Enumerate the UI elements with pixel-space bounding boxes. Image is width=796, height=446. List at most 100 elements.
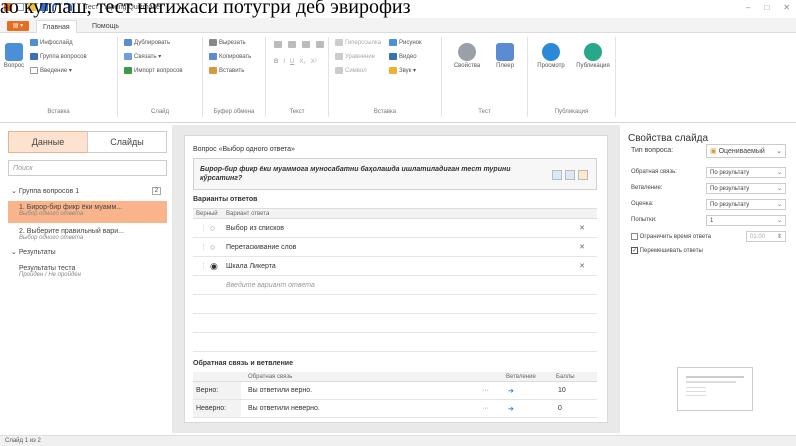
feedback-label: Верно: xyxy=(193,382,241,399)
question-text[interactable]: Бирор-бир фикр ёки муаммога муносабатни … xyxy=(200,165,520,183)
results-group-row[interactable]: ⌄ Результаты xyxy=(8,248,167,259)
drag-handle-icon[interactable]: ⋮ xyxy=(197,219,207,237)
properties-button[interactable]: Свойства xyxy=(448,43,486,69)
question-button[interactable]: Вопрос xyxy=(3,43,25,69)
hyperlink-button[interactable]: Гиперссылка xyxy=(335,39,381,46)
radio-button-selected[interactable]: ◉ xyxy=(207,257,218,275)
time-limit-checkbox[interactable] xyxy=(631,233,638,240)
tab-help[interactable]: Помощь xyxy=(86,20,125,33)
intro-icon xyxy=(30,67,38,74)
results-item[interactable]: Результаты теста Пройден / Не пройден xyxy=(8,262,167,284)
picture-icon xyxy=(389,39,397,46)
branch-arrow-icon[interactable]: ➔ xyxy=(505,382,514,399)
branch-mode-dropdown[interactable]: По результату ⌄ xyxy=(706,183,786,194)
question-group-button[interactable]: Группа вопросов xyxy=(30,53,87,60)
chevron-down-icon: ⌄ xyxy=(11,249,19,256)
preview-button[interactable]: Просмотр xyxy=(532,43,570,69)
play-icon xyxy=(542,43,560,61)
group-insert-media: Гиперссылка Уравнение Символ Рисунок Вид… xyxy=(329,37,442,117)
file-menu-button[interactable]: ▤ ▾ xyxy=(7,21,29,31)
answers-header: Верный Вариант ответа xyxy=(193,209,597,219)
score-mode-dropdown[interactable]: По результату ⌄ xyxy=(706,199,786,210)
branch-arrow-icon[interactable]: ➔ xyxy=(505,400,514,417)
video-icon[interactable] xyxy=(565,170,575,180)
underline-button[interactable]: U xyxy=(290,59,294,65)
superscript-button[interactable]: X² xyxy=(311,59,317,65)
italic-button[interactable]: I xyxy=(283,59,285,65)
symbol-button[interactable]: Символ xyxy=(335,67,367,74)
time-limit-input[interactable]: 01:00 ⇕ xyxy=(746,231,786,242)
delete-answer-icon[interactable]: ✕ xyxy=(576,257,585,275)
question-item-1[interactable]: 1. Бирор-бир фикр ёки муамм... Выбор одн… xyxy=(8,201,167,223)
answers-title: Варианты ответов xyxy=(193,196,258,203)
indent-icon[interactable] xyxy=(302,41,310,48)
infoslide-label: Инфослайд xyxy=(40,39,73,46)
player-label: Плеер xyxy=(496,63,514,69)
delete-answer-icon[interactable]: ✕ xyxy=(576,238,585,256)
chevron-down-icon: ⌄ xyxy=(776,170,782,176)
feedback-text[interactable]: Вы ответили неверно. xyxy=(245,400,320,417)
outdent-icon[interactable] xyxy=(316,41,324,48)
question-group-row[interactable]: ⌄ Группа вопросов 1 2 xyxy=(8,187,167,198)
question-item-2[interactable]: 2. Выберите правильный вари... Выбор одн… xyxy=(8,225,167,247)
new-answer-input[interactable]: Введите вариант ответа xyxy=(223,276,315,294)
overlay-caption: ао куллаш, тест натижаси потугри деб эви… xyxy=(0,0,411,18)
radio-button[interactable]: ○ xyxy=(207,219,215,237)
thumbnail-line xyxy=(686,387,706,388)
tab-home[interactable]: Главная xyxy=(36,20,77,33)
attempts-value: 1 xyxy=(710,218,714,224)
shuffle-checkbox[interactable]: ✓ xyxy=(631,247,638,254)
copy-label: Копировать xyxy=(219,53,252,60)
duplicate-button[interactable]: Дублировать xyxy=(124,39,170,46)
publish-button[interactable]: Публикация xyxy=(572,43,614,69)
import-questions-button[interactable]: Импорт вопросов xyxy=(124,67,183,74)
bold-button[interactable]: B xyxy=(274,59,278,65)
thumbnail-line xyxy=(686,391,706,392)
answer-text[interactable]: Шкала Ликерта xyxy=(223,257,276,275)
video-button[interactable]: Видео xyxy=(389,53,417,60)
subscript-button[interactable]: X₂ xyxy=(299,59,305,65)
paste-button[interactable]: Вставить xyxy=(209,67,244,74)
question-item-1-title: 1. Бирор-бир фикр ёки муамм... xyxy=(19,204,123,211)
question-text-box[interactable]: Бирор-бир фикр ёки муаммога муносабатни … xyxy=(193,158,597,190)
group-insert-media-label: Вставка xyxy=(373,109,397,115)
picture-button[interactable]: Рисунок xyxy=(389,39,422,46)
cut-button[interactable]: Вырезать xyxy=(209,39,246,46)
search-input[interactable]: Поиск xyxy=(8,160,167,176)
answer-text[interactable]: Перетаскивание слов xyxy=(223,238,296,256)
more-options-button[interactable]: ··· xyxy=(479,382,489,399)
drag-handle-icon[interactable]: ⋮ xyxy=(197,238,207,256)
sound-button[interactable]: Звук ▾ xyxy=(389,67,416,74)
delete-answer-icon[interactable]: ✕ xyxy=(576,219,585,237)
link-button[interactable]: Связать ▾ xyxy=(124,53,161,60)
number-list-icon[interactable] xyxy=(288,41,296,48)
infoslide-button[interactable]: Инфослайд xyxy=(30,39,73,46)
answer-text[interactable]: Выбор из списков xyxy=(223,219,284,237)
points-value[interactable]: 10 xyxy=(555,382,566,399)
intro-button[interactable]: Введение ▾ xyxy=(30,67,72,74)
bullet-list-icon[interactable] xyxy=(274,41,282,48)
image-icon[interactable] xyxy=(552,170,562,180)
shuffle-row: ✓ Перемешивать ответы xyxy=(631,247,703,254)
points-value[interactable]: 0 xyxy=(555,400,562,417)
radio-button[interactable]: ○ xyxy=(207,238,215,256)
player-icon xyxy=(496,43,514,61)
attempts-dropdown[interactable]: 1 ⌄ xyxy=(706,215,786,226)
question-type-header: Вопрос «Выбор одного ответа» xyxy=(193,146,295,153)
drag-handle-icon[interactable]: ⋮ xyxy=(197,257,207,275)
group-publish: Просмотр Публикация Публикация xyxy=(528,37,616,117)
equation-button[interactable]: Уравнение xyxy=(335,53,375,60)
feedback-text[interactable]: Вы ответили верно. xyxy=(245,382,312,399)
player-button[interactable]: Плеер xyxy=(488,43,522,69)
copy-button[interactable]: Копировать xyxy=(209,53,251,60)
feedback-mode-label: Обратная связь: xyxy=(631,169,677,175)
tab-data[interactable]: Данные xyxy=(8,131,88,153)
feedback-mode-dropdown[interactable]: По результату ⌄ xyxy=(706,167,786,178)
tab-slides[interactable]: Слайды xyxy=(87,131,167,153)
score-mode-value: По результату xyxy=(710,202,750,208)
slide-properties-pane: Свойства слайда Тип вопроса: ▣ Оцениваем… xyxy=(622,125,796,433)
more-options-button[interactable]: ··· xyxy=(479,400,489,417)
question-type-dropdown[interactable]: ▣ Оцениваемый ⌄ xyxy=(706,144,786,158)
audio-icon[interactable] xyxy=(578,170,588,180)
slide-thumbnail[interactable] xyxy=(677,367,753,411)
